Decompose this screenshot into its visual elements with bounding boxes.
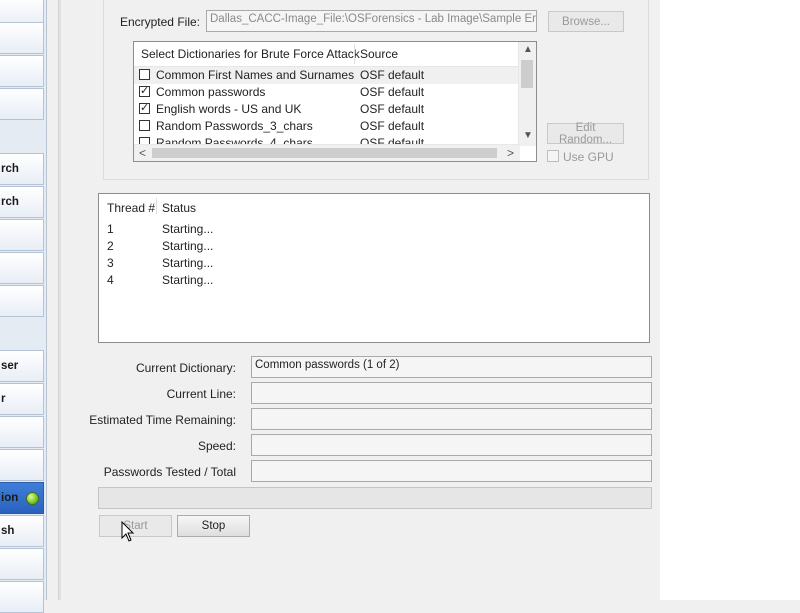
thread-status: Starting... bbox=[162, 239, 214, 253]
sidebar-item[interactable]: ser bbox=[0, 350, 44, 382]
start-button[interactable]: Start bbox=[99, 515, 172, 537]
sidebar-item[interactable] bbox=[0, 416, 44, 448]
dictionary-name: Common passwords bbox=[156, 85, 266, 99]
dictionary-row[interactable]: Common First Names and Surnames OSF defau… bbox=[134, 67, 520, 84]
thread-id: 3 bbox=[107, 256, 114, 270]
edit-random-button[interactable]: Edit Random... bbox=[547, 122, 624, 146]
encrypted-file-label: Encrypted File: bbox=[119, 15, 200, 29]
current-line-field bbox=[251, 382, 652, 404]
dictionary-source: OSF default bbox=[360, 85, 425, 99]
thread-status-table[interactable]: Thread # Status 1 Starting... 2 Starting...… bbox=[98, 193, 650, 343]
thread-status: Starting... bbox=[162, 222, 214, 236]
checkbox-checked-icon[interactable]: ✓ bbox=[139, 103, 150, 114]
thread-status: Starting... bbox=[162, 273, 214, 287]
sidebar-item[interactable] bbox=[0, 22, 44, 54]
divider bbox=[58, 0, 61, 600]
passwords-tested-field bbox=[251, 460, 652, 482]
time-remaining-field bbox=[251, 408, 652, 430]
sidebar-item-label: sh bbox=[1, 525, 15, 537]
column-header-dictionary[interactable]: Select Dictionaries for Brute Force Atta… bbox=[141, 47, 360, 61]
column-separator bbox=[354, 44, 355, 64]
scroll-up-icon[interactable]: ▲ bbox=[523, 44, 533, 55]
dictionary-row[interactable]: ✓ English words - US and UK OSF default bbox=[134, 101, 520, 118]
sidebar: rch rch ser r ion sh bbox=[0, 0, 47, 613]
horizontal-scroll-thumb[interactable] bbox=[152, 148, 497, 158]
column-header-source[interactable]: Source bbox=[360, 47, 398, 61]
speed-label: Speed: bbox=[197, 439, 236, 453]
dictionary-source: OSF default bbox=[360, 102, 425, 116]
checkbox-unchecked-icon[interactable] bbox=[139, 69, 150, 80]
sidebar-item[interactable]: sh bbox=[0, 515, 44, 547]
dictionary-row[interactable]: Random Passwords_3_chars OSF default bbox=[134, 118, 520, 135]
current-dictionary-label: Current Dictionary: bbox=[135, 361, 236, 375]
dictionary-name: English words - US and UK bbox=[156, 102, 302, 116]
progress-bar bbox=[98, 487, 652, 509]
status-indicator-icon bbox=[26, 492, 39, 505]
dictionary-list[interactable]: Select Dictionaries for Brute Force Atta… bbox=[133, 41, 537, 162]
current-line-label: Current Line: bbox=[166, 387, 236, 401]
speed-field bbox=[251, 434, 652, 456]
thread-id: 2 bbox=[107, 239, 114, 253]
scroll-left-icon[interactable]: < bbox=[139, 146, 146, 160]
thread-id: 4 bbox=[107, 273, 114, 287]
column-separator bbox=[156, 198, 157, 214]
dictionary-source: OSF default bbox=[360, 119, 425, 133]
encrypted-file-field[interactable]: Dallas_CACC-Image_File:\OSForensics - La… bbox=[206, 10, 537, 32]
sidebar-item[interactable] bbox=[0, 548, 44, 580]
sidebar-item[interactable] bbox=[0, 55, 44, 87]
sidebar-item[interactable] bbox=[0, 219, 44, 251]
use-gpu-checkbox[interactable] bbox=[547, 150, 559, 162]
right-panel-background bbox=[660, 0, 800, 600]
current-dictionary-field: Common passwords (1 of 2) bbox=[251, 356, 652, 378]
horizontal-scrollbar[interactable]: < > bbox=[134, 144, 520, 161]
sidebar-item-label: rch bbox=[1, 196, 19, 208]
sidebar-item[interactable] bbox=[0, 252, 44, 284]
use-gpu-label: Use GPU bbox=[563, 150, 614, 164]
scroll-right-icon[interactable]: > bbox=[507, 146, 514, 160]
column-header-thread[interactable]: Thread # bbox=[107, 201, 155, 215]
passwords-tested-label: Passwords Tested / Total bbox=[103, 465, 236, 479]
sidebar-item[interactable]: rch bbox=[0, 186, 44, 218]
sidebar-item[interactable]: ion bbox=[0, 482, 44, 514]
sidebar-item-label: rch bbox=[1, 163, 19, 175]
stop-button[interactable]: Stop bbox=[177, 515, 250, 537]
checkbox-checked-icon[interactable]: ✓ bbox=[139, 86, 150, 97]
sidebar-item-label: r bbox=[1, 393, 6, 405]
sidebar-item[interactable] bbox=[0, 449, 44, 481]
time-remaining-label: Estimated Time Remaining: bbox=[89, 413, 236, 427]
sidebar-item[interactable] bbox=[0, 581, 44, 613]
browse-button[interactable]: Browse... bbox=[548, 11, 624, 32]
dictionary-name: Common First Names and Surnames bbox=[156, 68, 355, 82]
vertical-scrollbar[interactable]: ▲ ▼ bbox=[518, 42, 536, 146]
sidebar-item-label: ion bbox=[1, 492, 19, 504]
sidebar-item[interactable] bbox=[0, 285, 44, 317]
scroll-down-icon[interactable]: ▼ bbox=[523, 130, 533, 141]
sidebar-item[interactable]: r bbox=[0, 383, 44, 415]
sidebar-item[interactable] bbox=[0, 88, 44, 120]
sidebar-item-label: ser bbox=[1, 360, 19, 372]
mouse-pointer-icon bbox=[121, 521, 135, 542]
dictionary-list-header: Select Dictionaries for Brute Force Atta… bbox=[134, 42, 520, 67]
dictionary-name: Random Passwords_3_chars bbox=[156, 119, 313, 133]
thread-status: Starting... bbox=[162, 256, 214, 270]
checkbox-unchecked-icon[interactable] bbox=[139, 120, 150, 131]
thread-id: 1 bbox=[107, 222, 114, 236]
vertical-scroll-thumb[interactable] bbox=[521, 60, 533, 88]
dictionary-source: OSF default bbox=[360, 68, 425, 82]
sidebar-item[interactable]: rch bbox=[0, 153, 44, 185]
column-header-status[interactable]: Status bbox=[162, 201, 196, 215]
dictionary-row[interactable]: ✓ Common passwords OSF default bbox=[134, 84, 520, 101]
